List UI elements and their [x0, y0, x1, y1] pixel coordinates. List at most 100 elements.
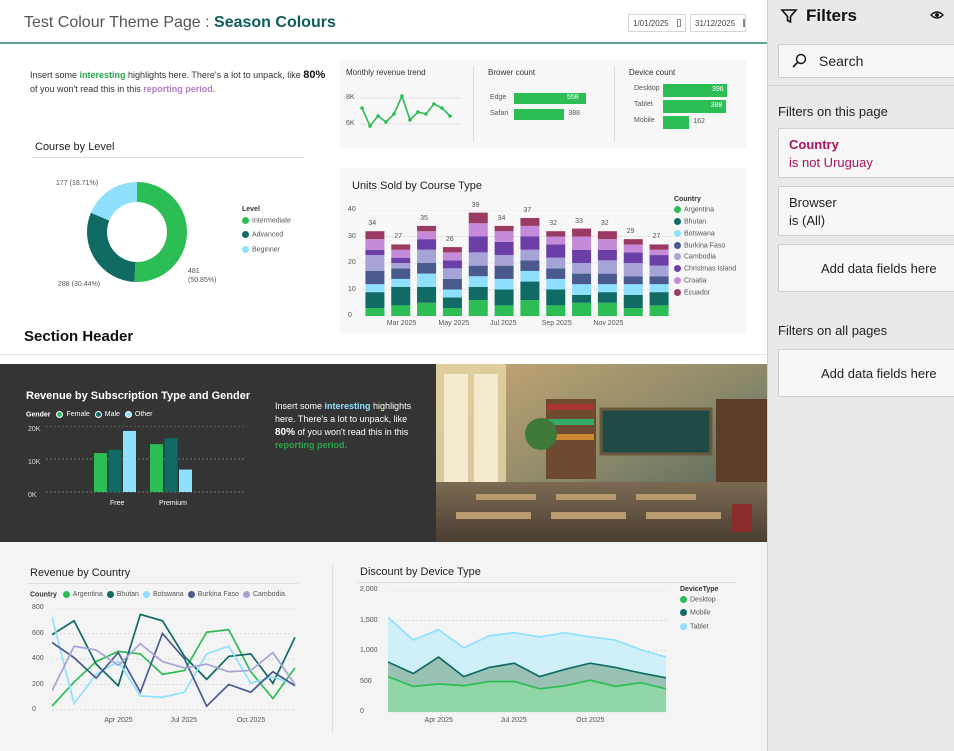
legend-item[interactable]: Advanced	[242, 231, 291, 239]
legend-item[interactable]: Other	[124, 411, 152, 418]
discount-x-tick: Jul 2025	[500, 717, 527, 724]
stack-total-label: 32	[549, 220, 558, 228]
subscription-bar	[108, 449, 122, 492]
stack-segment	[494, 305, 514, 316]
stack-total-label: 39	[471, 201, 480, 209]
stack-segment	[468, 286, 488, 301]
date-start-input[interactable]: 1/01/2025	[628, 14, 686, 32]
stack-segment	[572, 302, 592, 316]
stack-segment	[623, 276, 643, 285]
stack-legend: Country Argentina Bhutan Botswana Burkina F…	[674, 196, 736, 301]
legend-item[interactable]: Bhutan	[106, 591, 139, 598]
legend-item[interactable]: Tablet	[680, 622, 718, 630]
legend-item[interactable]: Burkina Faso	[187, 591, 239, 598]
legend-item[interactable]: Croatia	[674, 277, 736, 284]
stack-segment	[623, 244, 643, 253]
filter-card-country[interactable]: Country is not Uruguay	[778, 128, 954, 178]
calendar-icon[interactable]	[676, 19, 681, 27]
country-y-tick: 0	[32, 706, 36, 713]
browser-value: 558	[567, 94, 579, 101]
stack-total-label: 27	[652, 233, 661, 241]
stack-segment	[442, 252, 462, 261]
date-end-input[interactable]: 31/12/2025	[690, 14, 746, 32]
stack-segment	[391, 263, 411, 269]
stack-total-label: 27	[394, 233, 403, 241]
stack-segment	[468, 252, 488, 266]
stack-segment	[649, 284, 669, 293]
add-data-fields-all[interactable]: Add data fields here	[778, 349, 954, 397]
stack-y-tick: 30	[348, 232, 356, 240]
stack-segment	[442, 278, 462, 290]
legend-item[interactable]: Bhutan	[674, 217, 736, 225]
sparkline-point	[392, 112, 396, 116]
stack-segment	[391, 257, 411, 263]
stack-segment	[494, 289, 514, 306]
legend-item[interactable]: Female	[56, 411, 90, 418]
stack-segment	[417, 231, 437, 240]
legend-item[interactable]: Christmas Island	[674, 265, 736, 273]
discount-y-tick: 1,000	[360, 647, 378, 654]
legend-dot	[124, 411, 132, 418]
stack-segment	[546, 231, 566, 237]
stack-segment	[417, 225, 437, 232]
legend-item[interactable]: Male	[94, 411, 120, 418]
device-value: 388	[710, 102, 723, 109]
legend-item[interactable]: Botswana	[674, 229, 736, 237]
stack-total-label: 34	[368, 220, 377, 228]
stack-segment	[597, 239, 617, 250]
legend-item[interactable]: Intermediate	[242, 217, 291, 224]
stack-segment	[572, 228, 592, 237]
intro-text: Insert some interesting highlights here.…	[30, 69, 326, 94]
search-label: Search	[819, 53, 864, 69]
legend-item[interactable]: Mobile	[680, 609, 718, 617]
legend-item[interactable]: Beginner	[242, 245, 291, 253]
stack-segment	[391, 268, 411, 279]
discount-legend-title: DeviceType	[680, 586, 719, 593]
legend-item[interactable]: Cambodia	[242, 591, 285, 598]
stack-segment	[520, 300, 540, 316]
legend-item[interactable]: Botswana	[142, 591, 184, 598]
eye-icon[interactable]	[930, 9, 944, 21]
stack-segment	[417, 239, 437, 250]
browser-value: 388	[568, 110, 581, 117]
legend-item[interactable]: Cambodia	[674, 253, 736, 261]
legend-item[interactable]: Argentina	[674, 206, 736, 213]
bottom-section: Revenue by Country Country Argentina Bhut…	[0, 542, 767, 751]
add-data-fields-page[interactable]: Add data fields here	[778, 244, 954, 292]
filter-search-input[interactable]: Search	[778, 44, 954, 78]
legend-item[interactable]: Desktop	[680, 596, 718, 603]
country-legend: Country Argentina Bhutan Botswana Burkina F…	[30, 591, 285, 599]
stack-x-tick: Mar 2025	[386, 320, 417, 327]
filters-on-page-label: Filters on this page	[778, 104, 888, 119]
monthly-tick: 6K	[346, 120, 355, 127]
stack-segment	[649, 276, 669, 285]
stack-x-tick: Sep 2025	[541, 320, 572, 327]
page-title: Test Colour Theme Page : Season Colours	[24, 14, 336, 32]
stack-segment	[417, 286, 437, 303]
stack-segment	[468, 236, 488, 253]
stack-segment	[365, 292, 385, 309]
page-title-prefix: Test Colour Theme Page :	[24, 14, 215, 31]
legend-item[interactable]: Argentina	[62, 591, 103, 598]
discount-area-chart	[388, 590, 667, 713]
subscription-bar-chart	[46, 426, 246, 493]
stack-segment	[442, 247, 462, 253]
stack-total-label: 26	[445, 236, 454, 244]
stack-segment	[391, 249, 411, 258]
stack-total-label: 32	[600, 220, 609, 228]
stack-total-label: 35	[420, 214, 428, 222]
legend-item[interactable]: Ecuador	[674, 288, 736, 296]
calendar-icon[interactable]	[743, 19, 746, 27]
country-y-tick: 400	[32, 655, 44, 662]
stack-segment	[546, 236, 566, 245]
search-icon	[792, 53, 807, 68]
stack-segment	[365, 270, 385, 285]
legend-item[interactable]: Burkina Faso	[674, 241, 736, 249]
stack-segment	[597, 284, 617, 293]
gender-legend-title: Gender	[26, 411, 51, 419]
filter-card-browser[interactable]: Browser is (All)	[778, 186, 954, 236]
subscription-chart-title: Revenue by Subscription Type and Gender	[26, 390, 251, 402]
stack-segment	[494, 231, 514, 242]
stack-segment	[494, 255, 514, 266]
subscription-bar	[150, 444, 163, 492]
